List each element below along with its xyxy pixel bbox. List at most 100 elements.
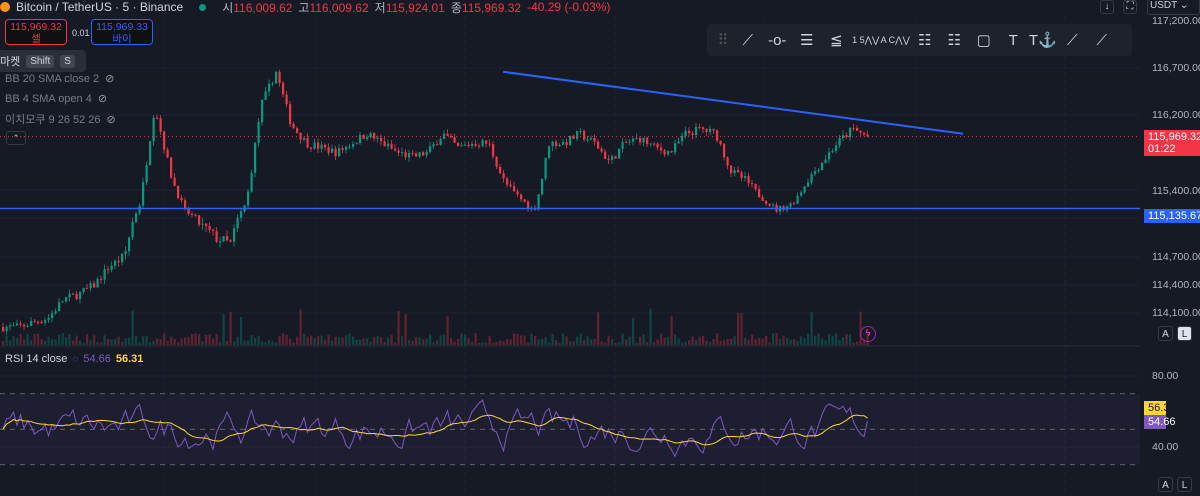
ray-icon[interactable]: ⟋ xyxy=(1058,32,1088,49)
volume-bar xyxy=(275,342,278,345)
candle-body xyxy=(215,231,218,242)
eye-off-icon[interactable]: ⊘ xyxy=(107,113,116,126)
volume-bar xyxy=(562,333,565,345)
volume-bar xyxy=(54,339,57,345)
candle-body xyxy=(12,325,15,327)
eye-off-icon[interactable]: ⊘ xyxy=(98,92,107,105)
candle-body xyxy=(107,269,110,271)
volume-bar xyxy=(845,333,848,345)
candle-body xyxy=(128,237,131,252)
volume-bar xyxy=(541,338,544,345)
price-tick: 116,200.00 xyxy=(1152,109,1200,121)
scroll-down-button[interactable]: ↓ xyxy=(1100,0,1114,14)
anchored-text-icon[interactable]: T⚓ xyxy=(1028,31,1058,49)
candle-body xyxy=(250,172,253,192)
rsi-legend[interactable]: RSI 14 close ◌ 54.66 56.31 xyxy=(5,353,143,365)
short-position-icon[interactable]: ☷ xyxy=(940,31,970,49)
pattern-label: 1 5 xyxy=(852,34,865,45)
volume-bar xyxy=(793,339,796,345)
candle-body xyxy=(597,141,600,149)
volume-bar xyxy=(481,342,484,345)
indicator-bb-close[interactable]: BB 20 SMA close 2 ⊘ xyxy=(5,72,114,86)
indicator-ichimoku[interactable]: 이치모쿠 9 26 52 26 ⊘ xyxy=(5,111,116,127)
volume-bar xyxy=(817,333,820,345)
xabcd-pattern-icon[interactable]: 1 5⋀⋁ xyxy=(851,35,881,46)
symbol-title[interactable]: Bitcoin / TetherUS · 5 · Binance xyxy=(16,0,183,14)
volume-bar xyxy=(537,339,540,345)
eye-off-icon[interactable]: ⊘ xyxy=(105,72,114,85)
candle-body xyxy=(807,182,810,187)
indicator-label: BB 4 SMA open 4 xyxy=(5,92,92,105)
collapse-legend-button[interactable]: ⌃ xyxy=(6,131,26,145)
spread: 0.01 xyxy=(72,28,90,38)
lightning-icon[interactable]: ϟ xyxy=(860,326,876,342)
market-order-tooltip: 마켓 Shift S xyxy=(0,50,86,72)
fullscreen-button[interactable]: ⛶ xyxy=(1123,0,1137,14)
rectangle-icon[interactable]: ▢ xyxy=(969,31,999,49)
volume-bar xyxy=(810,312,813,345)
candle-body xyxy=(282,82,285,95)
candle-body xyxy=(138,205,141,214)
candle-body xyxy=(632,138,635,142)
trend-line-icon[interactable]: ⟋ xyxy=(733,32,763,49)
bar-countdown: 01:22 xyxy=(1148,143,1176,155)
loading-icon: ◌ xyxy=(72,353,79,365)
abcd-pattern-icon[interactable]: A C⋀⋁ xyxy=(881,35,911,46)
volume-bar xyxy=(107,339,110,345)
volume-bar xyxy=(72,340,75,345)
candle-body xyxy=(593,137,596,142)
auto-scale-button[interactable]: A xyxy=(1158,326,1173,341)
long-position-icon[interactable]: ☷ xyxy=(910,31,940,49)
parallel-channel-icon[interactable]: ☰ xyxy=(792,31,822,49)
candle-body xyxy=(310,147,313,149)
log-scale-button[interactable]: L xyxy=(1177,326,1192,341)
volume-bar xyxy=(292,342,295,345)
candle-body xyxy=(506,178,509,185)
volume-bar xyxy=(698,336,701,345)
candle-body xyxy=(334,148,337,157)
candle-body xyxy=(159,118,162,132)
candle-body xyxy=(205,223,208,227)
volume-bar xyxy=(324,339,327,345)
volume-bar xyxy=(674,334,677,345)
candle-body xyxy=(663,150,666,155)
volume-bar xyxy=(422,339,425,345)
candle-body xyxy=(814,171,817,175)
volume-bar xyxy=(492,342,495,345)
sell-button[interactable]: 115,969.32 셀 xyxy=(5,19,67,45)
candle-body xyxy=(761,197,764,201)
price-tick: 114,100.00 xyxy=(1152,307,1200,319)
volume-bar xyxy=(684,341,687,345)
fib-retracement-icon[interactable]: ≦ xyxy=(822,31,852,49)
buy-button[interactable]: 115,969.33 바이 xyxy=(91,19,153,45)
candle-body xyxy=(537,194,540,210)
candle-body xyxy=(390,143,393,149)
rsi-auto-scale-button[interactable]: A xyxy=(1158,477,1173,492)
horizontal-ray-icon[interactable]: -o- xyxy=(763,32,793,49)
volume-bar xyxy=(649,308,652,345)
extended-line-icon[interactable]: ⟋ xyxy=(1087,32,1117,49)
volume-bar xyxy=(135,335,138,345)
candle-body xyxy=(810,174,813,183)
volume-bar xyxy=(509,339,512,345)
rsi-log-scale-button[interactable]: L xyxy=(1177,477,1192,492)
candle-body xyxy=(264,91,267,100)
volume-bar xyxy=(670,315,673,345)
volume-bar xyxy=(600,341,603,345)
candle-body xyxy=(758,189,761,198)
indicator-bb-open[interactable]: BB 4 SMA open 4 ⊘ xyxy=(5,92,107,106)
text-icon[interactable]: T xyxy=(999,32,1029,49)
volume-bar xyxy=(796,340,799,345)
volume-bar xyxy=(842,337,845,345)
candle-body xyxy=(803,186,806,193)
chart-canvas[interactable] xyxy=(0,0,1140,496)
drag-handle-icon[interactable]: ⠿ xyxy=(713,31,733,49)
candle-body xyxy=(649,143,652,145)
candle-body xyxy=(306,137,309,148)
candle-body xyxy=(681,135,684,142)
volume-bar xyxy=(226,340,229,345)
currency-select[interactable]: USDT ⌄ xyxy=(1147,0,1200,15)
volume-bar xyxy=(628,336,631,345)
candle-body xyxy=(247,191,250,206)
volume-bar xyxy=(635,342,638,345)
